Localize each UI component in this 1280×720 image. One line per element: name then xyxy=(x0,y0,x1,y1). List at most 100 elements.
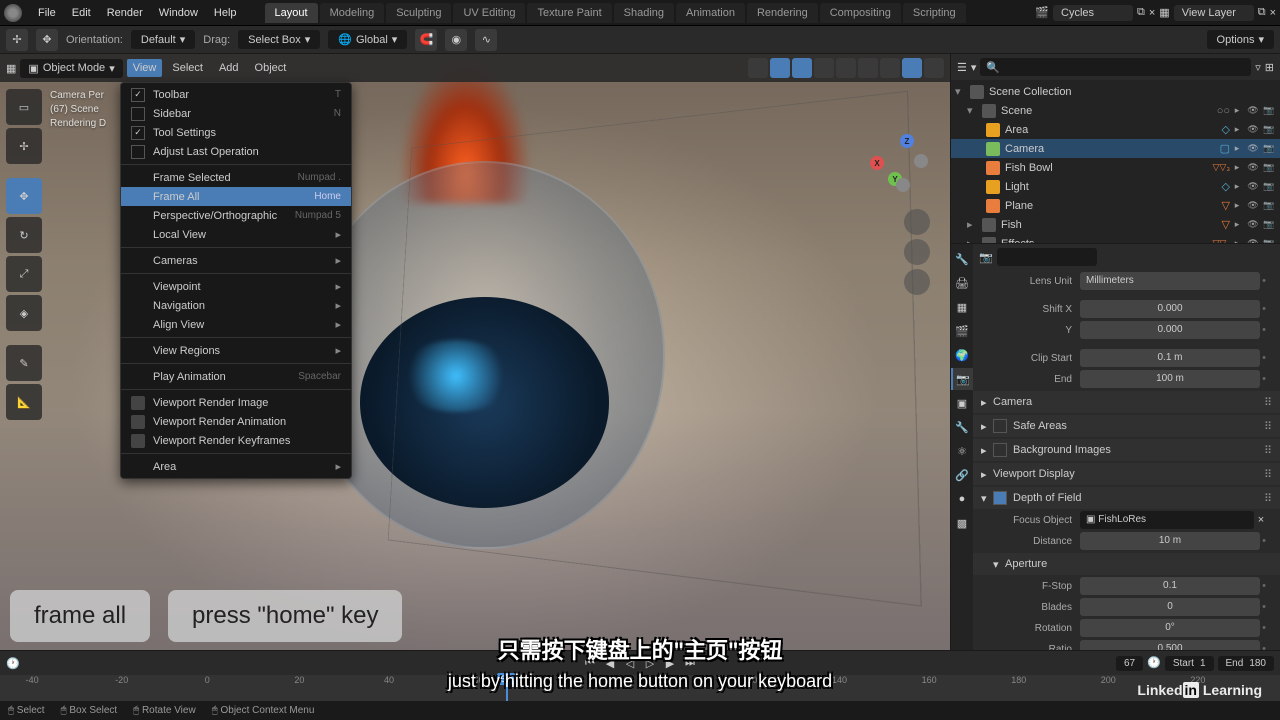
ratio-field[interactable]: 0.500 xyxy=(1080,640,1260,650)
scene-icon[interactable]: 🎬 xyxy=(1035,6,1049,19)
tab-uv[interactable]: UV Editing xyxy=(453,3,525,23)
outliner-root[interactable]: ▾Scene Collection xyxy=(951,82,1280,101)
prop-tab-material[interactable]: ● xyxy=(951,488,973,510)
shift-y-field[interactable]: 0.000 xyxy=(1080,321,1260,339)
clip-start-field[interactable]: 0.1 m xyxy=(1080,349,1260,367)
fstop-field[interactable]: 0.1 xyxy=(1080,577,1260,595)
clip-end-field[interactable]: 100 m xyxy=(1080,370,1260,388)
pause-render-icon[interactable] xyxy=(924,58,944,78)
prop-tab-output[interactable]: 🖨 xyxy=(951,272,973,294)
tool-transform[interactable]: ◈ xyxy=(6,295,42,331)
menu-navigation[interactable]: Navigation▸ xyxy=(121,296,351,315)
lens-unit-select[interactable]: Millimeters xyxy=(1080,272,1260,290)
tool-rotate[interactable]: ↻ xyxy=(6,217,42,253)
proportional-icon[interactable]: ◉ xyxy=(445,29,467,51)
copy-icon[interactable]: ⧉ xyxy=(1137,6,1145,19)
curve-icon[interactable]: ∿ xyxy=(475,29,497,51)
menu-vp-render-keys[interactable]: Viewport Render Keyframes xyxy=(121,431,351,450)
menu-edit[interactable]: Edit xyxy=(64,3,99,23)
menu-frame-all[interactable]: Frame AllHome xyxy=(121,187,351,206)
tab-shading[interactable]: Shading xyxy=(614,3,674,23)
menu-render[interactable]: Render xyxy=(99,3,151,23)
editor-type-icon[interactable]: ▦ xyxy=(6,62,16,75)
distance-field[interactable]: 10 m xyxy=(1080,532,1260,550)
menu-toolbar[interactable]: ToolbarT xyxy=(121,85,351,104)
tab-compositing[interactable]: Compositing xyxy=(820,3,901,23)
camera-view-icon[interactable] xyxy=(904,269,930,295)
tool-annotate[interactable]: ✎ xyxy=(6,345,42,381)
gizmo-icon[interactable] xyxy=(770,58,790,78)
close-icon[interactable]: × xyxy=(1149,7,1155,19)
menu-sidebar[interactable]: SidebarN xyxy=(121,104,351,123)
viewport-3d[interactable]: ▦ ▣ Object Mode ▾ View Select Add Object… xyxy=(0,54,950,650)
menu-area[interactable]: Area▸ xyxy=(121,457,351,476)
close-icon[interactable]: × xyxy=(1270,7,1276,19)
prop-tab-scene[interactable]: 🎬 xyxy=(951,320,973,342)
pan-icon[interactable] xyxy=(904,239,930,265)
snap-icon[interactable]: 🧲 xyxy=(415,29,437,51)
filter-icon[interactable]: ▿ xyxy=(1255,61,1261,74)
viewport-menu-select[interactable]: Select xyxy=(166,59,209,77)
menu-vp-render-anim[interactable]: Viewport Render Animation xyxy=(121,412,351,431)
panel-bg-images[interactable]: ▸Background Images⠿ xyxy=(973,439,1280,461)
shading-solid-icon[interactable] xyxy=(858,58,878,78)
navigation-gizmo[interactable]: X Y Z xyxy=(870,134,930,194)
prop-tab-viewlayer[interactable]: ▦ xyxy=(951,296,973,318)
focus-object-field[interactable]: ▣ FishLoRes xyxy=(1080,511,1254,529)
viewport-menu-add[interactable]: Add xyxy=(213,59,245,77)
menu-adjust-last[interactable]: Adjust Last Operation xyxy=(121,142,351,161)
menu-persp-ortho[interactable]: Perspective/OrthographicNumpad 5 xyxy=(121,206,351,225)
outliner-item-selected[interactable]: Camera▢▸👁📷 xyxy=(951,139,1280,158)
tool-cursor[interactable]: ✢ xyxy=(6,128,42,164)
tab-animation[interactable]: Animation xyxy=(676,3,745,23)
menu-window[interactable]: Window xyxy=(151,3,206,23)
panel-aperture[interactable]: ▾Aperture xyxy=(973,553,1280,575)
tab-sculpting[interactable]: Sculpting xyxy=(386,3,451,23)
tab-modeling[interactable]: Modeling xyxy=(320,3,385,23)
viewport-menu-object[interactable]: Object xyxy=(249,59,293,77)
panel-camera[interactable]: ▸Camera⠿ xyxy=(973,391,1280,413)
mode-select[interactable]: ▣ Object Mode ▾ xyxy=(20,59,122,78)
options-dropdown[interactable]: Options ▾ xyxy=(1207,30,1274,49)
blades-field[interactable]: 0 xyxy=(1080,598,1260,616)
outliner-item[interactable]: ▸Fish▽▸👁📷 xyxy=(951,215,1280,234)
prop-tab-world[interactable]: 🌍 xyxy=(951,344,973,366)
menu-tool-settings[interactable]: Tool Settings xyxy=(121,123,351,142)
shift-x-field[interactable]: 0.000 xyxy=(1080,300,1260,318)
outliner-item[interactable]: ▸Effects▽▽₃▸👁📷 xyxy=(951,234,1280,244)
menu-local-view[interactable]: Local View▸ xyxy=(121,225,351,244)
shading-matprev-icon[interactable] xyxy=(880,58,900,78)
menu-cameras[interactable]: Cameras▸ xyxy=(121,251,351,270)
tab-layout[interactable]: Layout xyxy=(265,3,318,23)
outliner-item[interactable]: Area◇▸👁📷 xyxy=(951,120,1280,139)
panel-dof[interactable]: ▾Depth of Field⠿ xyxy=(973,487,1280,509)
menu-frame-selected[interactable]: Frame SelectedNumpad . xyxy=(121,168,351,187)
transform-orientation[interactable]: 🌐 Global ▾ xyxy=(328,30,407,49)
menu-play-animation[interactable]: Play AnimationSpacebar xyxy=(121,367,351,386)
prop-tab-render[interactable]: 🔧 xyxy=(951,248,973,270)
auto-keyframe-icon[interactable]: 🕐 xyxy=(1147,656,1161,671)
menu-viewpoint[interactable]: Viewpoint▸ xyxy=(121,277,351,296)
viewport-menu-view[interactable]: View xyxy=(127,59,163,77)
start-frame-field[interactable]: Start1 xyxy=(1165,656,1214,671)
outliner-item[interactable]: Plane▽▸👁📷 xyxy=(951,196,1280,215)
end-frame-field[interactable]: End180 xyxy=(1218,656,1274,671)
outliner-item[interactable]: ▾Scene○○▸👁📷 xyxy=(951,101,1280,120)
tool-select-box[interactable]: ▭ xyxy=(6,89,42,125)
timeline-type-icon[interactable]: 🕐 xyxy=(6,657,20,670)
prop-type-icon[interactable]: 📷 xyxy=(979,251,993,264)
tab-texpaint[interactable]: Texture Paint xyxy=(527,3,611,23)
rotation-field[interactable]: 0° xyxy=(1080,619,1260,637)
outliner-item[interactable]: Light◇▸👁📷 xyxy=(951,177,1280,196)
menu-help[interactable]: Help xyxy=(206,3,245,23)
tab-scripting[interactable]: Scripting xyxy=(903,3,966,23)
prop-tab-object-data[interactable]: 📷 xyxy=(951,368,973,390)
prop-tab-modifier[interactable]: 🔧 xyxy=(951,416,973,438)
orientation-select[interactable]: Default ▾ xyxy=(131,30,195,49)
prop-tab-physics[interactable]: ⚛ xyxy=(951,440,973,462)
outliner-mode-icon[interactable]: ▾ xyxy=(971,61,977,74)
cursor-icon[interactable]: ✢ xyxy=(6,29,28,51)
renderer-select[interactable]: Cycles xyxy=(1053,5,1133,21)
prop-search[interactable] xyxy=(997,248,1097,266)
outliner-search[interactable]: 🔍 xyxy=(980,58,1251,76)
